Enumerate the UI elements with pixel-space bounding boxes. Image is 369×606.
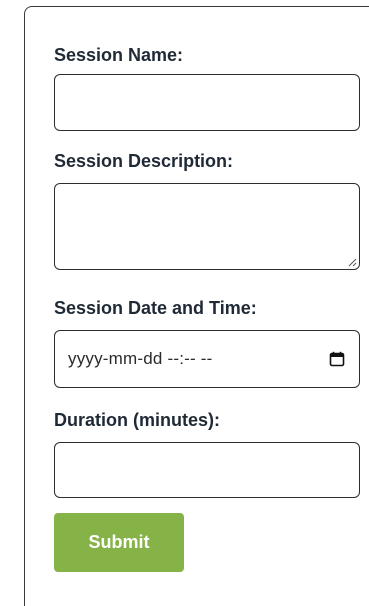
- duration-input[interactable]: [54, 442, 360, 498]
- session-datetime-input[interactable]: yyyy-mm-dd --:-- --: [54, 330, 360, 388]
- session-description-label: Session Description:: [54, 151, 234, 171]
- calendar-icon[interactable]: [329, 351, 345, 367]
- submit-button[interactable]: Submit: [54, 513, 184, 572]
- session-datetime-label: Session Date and Time:: [54, 298, 257, 318]
- session-name-input[interactable]: [54, 74, 360, 131]
- duration-label: Duration (minutes):: [54, 410, 220, 430]
- session-description-textarea[interactable]: [54, 183, 360, 270]
- session-name-label: Session Name:: [54, 45, 184, 65]
- resize-grip-icon[interactable]: [347, 257, 357, 267]
- datetime-placeholder: yyyy-mm-dd --:-- --: [68, 349, 213, 368]
